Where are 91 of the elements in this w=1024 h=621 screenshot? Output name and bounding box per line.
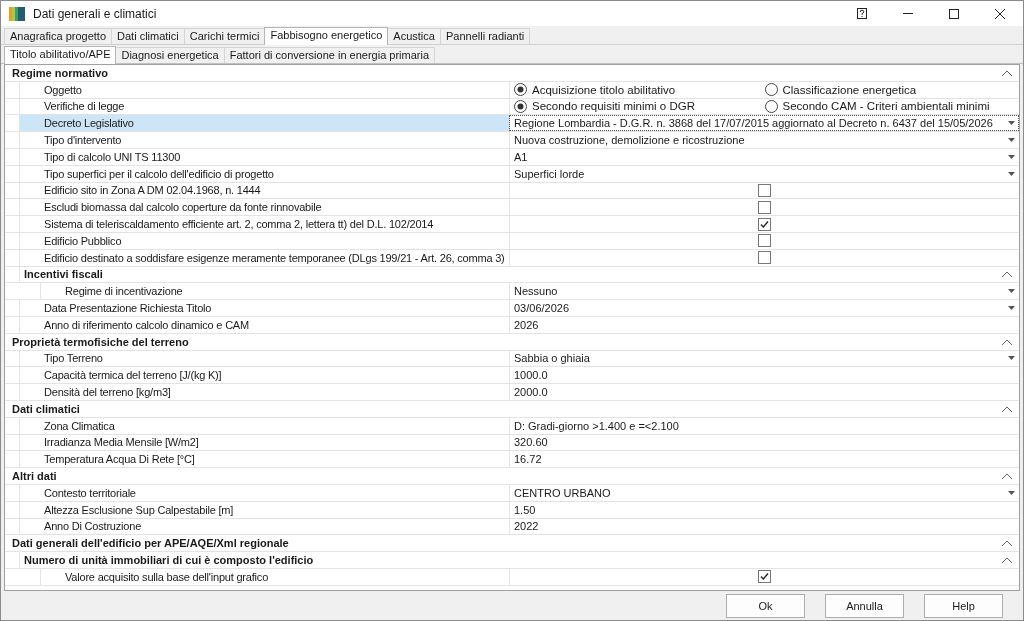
radio-option[interactable]: Acquisizione titolo abilitativo [514,83,765,97]
section-heading: Dati climatici [12,402,81,415]
section-heading: Dati generali dell'edificio per APE/AQE/Xml regionale [12,537,290,550]
dropdown-value: Nuova costruzione, demolizione e ricostruzione [514,134,746,147]
checkbox[interactable] [758,200,771,214]
dropdown-arrow-icon[interactable] [1008,154,1015,159]
radio-icon[interactable] [514,100,527,113]
window-title: Dati generali e climatici [33,6,158,21]
property-label[interactable]: Verifiche di legge [19,98,509,115]
property-label[interactable]: Altezza Esclusione Sup Calpestabile [m] [19,501,509,518]
property-label[interactable]: Tipo superfici per il calcolo dell'edificio di progetto [19,165,509,182]
dropdown-arrow-icon[interactable] [1008,138,1015,143]
checkbox[interactable] [758,234,771,248]
radio-icon[interactable] [764,100,778,113]
property-label[interactable]: Contesto territoriale [19,484,509,501]
dropdown-value: 03/06/2026 [514,302,571,315]
section-heading: Proprietà termofisiche del terreno [12,335,190,348]
dropdown-arrow-icon[interactable] [1008,306,1015,311]
collapse-chevron-icon[interactable] [1001,404,1013,413]
maximize-icon [949,8,959,19]
dropdown-value: Superfici lorde [514,167,586,180]
property-label[interactable]: Escludi biomassa dal calcolo coperture da fonte rinnovabile [19,199,509,216]
dropdown-arrow-icon[interactable] [1008,121,1015,126]
radio-icon[interactable] [764,83,778,97]
property-label[interactable]: Valore acquisito sulla base dell'input grafico [40,568,509,585]
checkbox[interactable] [758,251,771,265]
collapse-chevron-icon[interactable] [1001,472,1013,480]
radio-option[interactable]: Secondo CAM - Criteri ambientali minimi [764,100,1015,113]
group-heading: Numero di unità immobiliari di cui è composto l'edificio [24,554,315,566]
property-label[interactable]: Irradianza Media Mensile [W/m2] [19,434,509,451]
dropdown-value: Regione Lombardia - D.G.R. n. 3868 del 17/07/2015 aggiornato al Decreto n. 6437 del 15/05/2026 [514,117,994,130]
dropdown-arrow-icon[interactable] [1008,289,1015,294]
tab[interactable]: Titolo abilitativo/APE [4,46,117,64]
value-text[interactable]: 16.72 [514,453,1015,466]
property-label[interactable]: Edificio Pubblico [19,232,509,249]
property-label[interactable]: Sistema di teleriscaldamento efficiente art. 2, comma 2, lettera tt) del D.L. 102/2014 [19,216,509,232]
dropdown-value: A1 [514,150,529,163]
value-text[interactable]: 1000.0 [514,369,1015,382]
collapse-chevron-icon[interactable] [1001,68,1013,77]
collapse-chevron-icon[interactable] [1001,539,1013,548]
tab[interactable]: Fattori di conversione in energia primaria [223,47,436,63]
property-label[interactable]: Anno Di Costruzione [19,518,509,535]
collapse-chevron-icon[interactable] [1001,270,1013,279]
radio-option[interactable]: Secondo requisiti minimi o DGR [514,100,765,113]
dropdown-arrow-icon[interactable] [1008,171,1015,176]
minimize-icon [903,13,913,14]
property-label[interactable]: Decreto Legislativo [19,115,509,132]
checkbox[interactable] [758,570,771,584]
group-heading: Incentivi fiscali [24,268,104,281]
property-label[interactable]: Data Presentazione Richiesta Titolo [19,300,509,316]
property-label[interactable]: Tipo d'intervento [19,132,509,148]
radio-option[interactable]: Classificazione energetica [764,83,1015,97]
property-label[interactable]: Edificio destinato a soddisfare esigenze meramente temporanee (DLgs 199/21 - Art. 26, comma 3) [19,249,509,266]
property-label[interactable]: Temperatura Acqua Di Rete [°C] [19,451,509,468]
value-text[interactable]: 2026 [514,318,1015,331]
collapse-chevron-icon[interactable] [1001,337,1013,346]
tab[interactable]: Pannelli radianti [439,28,531,44]
collapse-chevron-icon[interactable] [1001,556,1013,564]
value-text[interactable]: 2000.0 [514,386,1015,399]
dropdown-arrow-icon[interactable] [1008,356,1015,361]
dialog-button[interactable]: Help [924,593,1003,618]
property-label[interactable]: Anno di riferimento calcolo dinamico e CAM [19,316,509,333]
tab[interactable]: Diagnosi energetica [115,47,225,63]
value-text[interactable]: D: Gradi-giorno >1.400 e =<2.100 [514,419,1015,432]
section-heading: Altri dati [12,470,58,482]
close-icon [995,8,1005,19]
value-text[interactable]: 1.50 [514,503,1015,516]
dialog-button[interactable]: Ok [726,593,805,618]
property-label[interactable]: Tipo di calcolo UNI TS 11300 [19,149,509,165]
dropdown-arrow-icon[interactable] [1008,490,1015,495]
property-label[interactable]: Capacità termica del terreno [J/(kg K)] [19,367,509,384]
app-logo-icon [9,5,25,22]
property-label[interactable]: Edificio sito in Zona A DM 02.04.1968, n. 1444 [19,182,509,199]
property-label[interactable]: Densità del terreno [kg/m3] [19,384,509,400]
property-label[interactable]: Tipo Terreno [19,350,509,367]
checkbox[interactable] [758,183,771,197]
value-text[interactable]: 2022 [514,520,1015,533]
checkbox[interactable] [758,217,771,231]
property-label[interactable]: Regime di incentivazione [40,283,509,300]
value-text[interactable]: 320.60 [514,436,1015,449]
dropdown-value: Nessuno [514,285,559,298]
help-icon [857,8,867,19]
property-label[interactable]: Zona Climatica [19,417,509,434]
section-heading: Regime normativo [12,66,109,79]
property-label[interactable]: Oggetto [19,81,509,98]
dropdown-value: Sabbia o ghiaia [514,352,591,365]
dropdown-value: CENTRO URBANO [514,486,612,499]
tab[interactable]: Fabbisogno energetico [264,27,389,45]
radio-icon[interactable] [514,83,527,97]
dialog-button[interactable]: Annulla [825,593,904,618]
tab[interactable]: Anagrafica progetto [4,28,112,44]
